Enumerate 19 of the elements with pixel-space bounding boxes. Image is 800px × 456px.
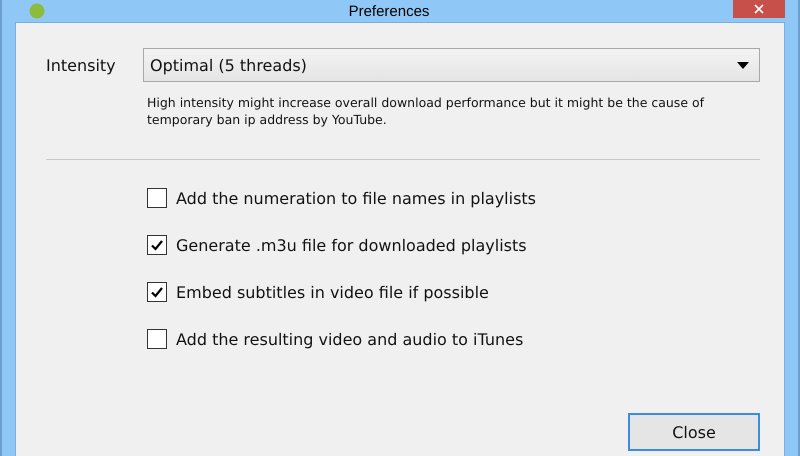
window-title: Preferences [348, 2, 430, 20]
checkbox-label: Embed subtitles in video file if possible [176, 282, 489, 302]
checkbox-label: Generate .m3u file for downloaded playlists [176, 236, 527, 254]
checkbox-label: Add the numeration to file names in playlists [176, 188, 536, 208]
close-icon [754, 4, 764, 14]
caret-icon [737, 62, 749, 68]
intensity-label: Intensity [46, 56, 117, 74]
checkbox-label: Add the resulting video and audio to iTunes [176, 330, 524, 348]
checkbox[interactable] [147, 235, 167, 255]
check-icon [150, 285, 164, 299]
close-window-button[interactable] [733, 0, 785, 18]
checkbox[interactable] [147, 282, 167, 302]
help-text: High intensity might increase overall download performance but it might be the cause of temporary ban ip address by YouTube. [147, 94, 706, 128]
checkbox[interactable] [147, 329, 167, 349]
checkbox[interactable] [147, 188, 167, 208]
intensity-dropdown[interactable]: Optimal (5 threads) [143, 48, 760, 82]
check-icon [150, 238, 164, 252]
close-button[interactable]: Close [628, 413, 760, 451]
app-icon [29, 3, 45, 19]
